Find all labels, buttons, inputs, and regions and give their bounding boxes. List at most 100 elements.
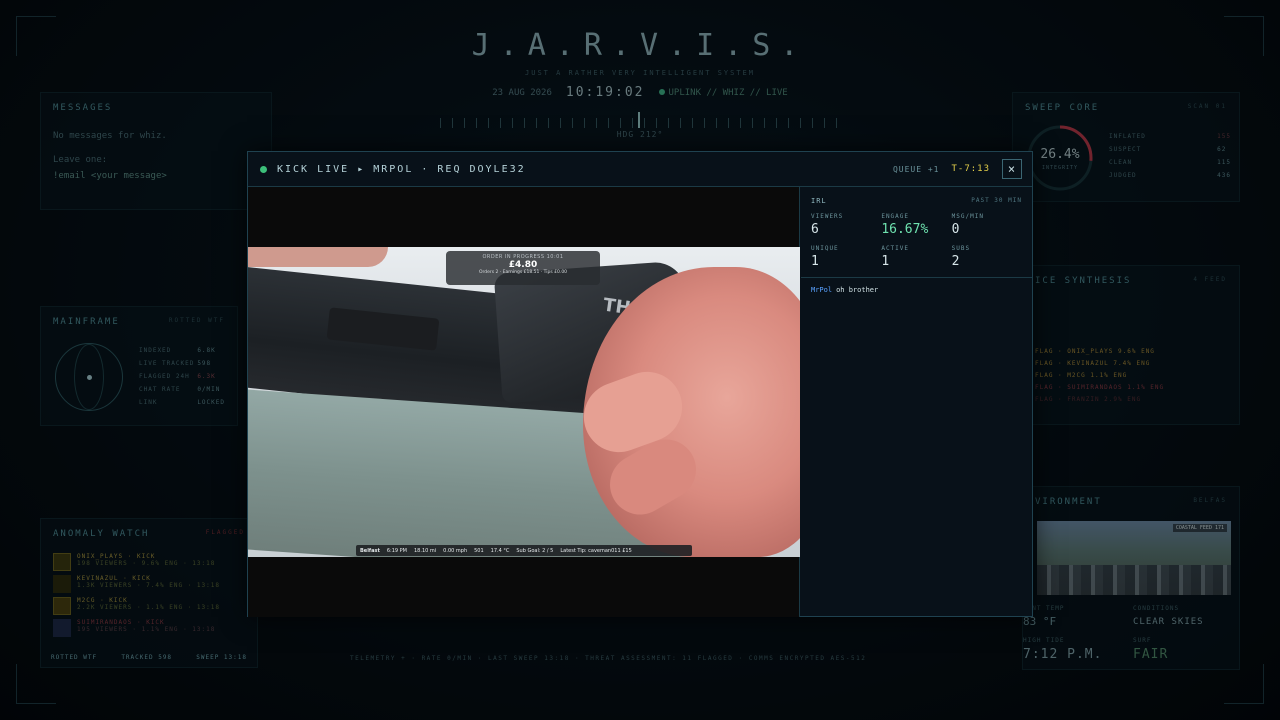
chat-message: MrPol oh brother: [811, 286, 1022, 294]
environment-panel: VIRONMENT BELFAS COASTAL FEED 171 IENT TE…: [1022, 486, 1240, 670]
info-latest-tip: Latest Tip: caveman011 £15: [560, 547, 632, 554]
stats-range: PAST 30 MIN: [971, 197, 1022, 204]
anomaly-name: ONIX_PLAYS: [77, 553, 124, 560]
anomaly-title-label: ANOMALY WATCH: [53, 529, 150, 539]
anomaly-platform: KICK: [132, 575, 151, 582]
queue-badge: QUEUE +1: [892, 164, 940, 174]
mainframe-value: 598: [197, 360, 212, 367]
mainframe-key: INDEXED: [139, 347, 172, 354]
stream-stats-panel: IRL PAST 30 MIN VIEWERS 6 ENGAGE 16.67% MS…: [801, 187, 1032, 616]
avatar: [53, 619, 71, 637]
stream-category: IRL: [811, 197, 827, 205]
order-overlay: ORDER IN PROGRESS 10:01 £4.80 Orders 2 ·…: [446, 251, 600, 285]
clock: 10:19:02: [565, 85, 645, 100]
sweep-stats: INFLATED 155 SUSPECT 62 CLEAN 115 JUDGED 436: [1109, 133, 1231, 179]
tide-value: 7:12 P.M.: [1023, 647, 1103, 662]
stat-label: ENGAGE: [881, 213, 910, 220]
close-icon: ×: [1007, 162, 1017, 176]
info-time: 6:19 PM: [386, 547, 407, 554]
conditions-value: CLEAR SKIES: [1133, 617, 1204, 627]
environment-title: VIRONMENT BELFAS: [1035, 497, 1227, 507]
anomaly-stats: 195 VIEWERS · 1.1% ENG · 13:18: [77, 626, 216, 633]
stat-label: VIEWERS: [811, 213, 844, 220]
stat-value: 2: [951, 254, 960, 269]
telemetry-bar: TELEMETRY + · RATE 0/MIN · LAST SWEEP 13…: [350, 655, 867, 662]
messages-panel: MESSAGES No messages for whiz. Leave one…: [40, 92, 272, 210]
stat-value: 1: [811, 254, 819, 269]
stat-label: ACTIVE: [881, 245, 910, 252]
sweep-percent-label: INTEGRITY: [1041, 165, 1079, 171]
list-item[interactable]: M2CG · KICK 2.2K VIEWERS · 1.1% ENG · 13:…: [53, 597, 245, 615]
anomaly-name: M2CG: [77, 597, 96, 604]
stat-value: 16.67%: [881, 222, 929, 237]
uplink-dot-icon: [658, 88, 665, 95]
surf-value: FAIR: [1133, 647, 1169, 662]
list-item[interactable]: KEVINAZUL · KICK 1.3K VIEWERS · 7.4% ENG …: [53, 575, 245, 593]
stat-msg-min: MSG/MIN 0: [952, 213, 1022, 237]
mainframe-title: MAINFRAME ROTTED WTF: [53, 317, 225, 327]
anomaly-panel: ANOMALY WATCH FLAGGED ONIX_PLAYS · KICK 19…: [40, 518, 258, 668]
mainframe-value: 6.3K: [197, 373, 216, 380]
stream-info-bar: Belfast 6:19 PM 18.10 mi 0.00 mph 501 17…: [356, 545, 692, 556]
messages-leave: Leave one:: [53, 155, 108, 165]
mainframe-title-label: MAINFRAME: [53, 317, 120, 327]
stat-label: MSG/MIN: [951, 213, 984, 220]
mainframe-stats: INDEXED 6.8K LIVE TRACKED 598 FLAGGED 24H 6…: [139, 347, 225, 406]
list-item[interactable]: SUIMIRANDAOS · KICK 195 VIEWERS · 1.1% EN…: [53, 619, 245, 637]
mainframe-panel: MAINFRAME ROTTED WTF INDEXED 6.8K LIVE TRA…: [40, 306, 238, 426]
sweep-percent: 26.4%: [1040, 147, 1080, 162]
anomaly-footer-left: ROTTED WTF: [51, 654, 98, 661]
info-sub-goal: Sub Goal: 2 / 5: [516, 547, 554, 554]
avatar: [53, 553, 71, 571]
stat-label: SUBS: [951, 245, 971, 252]
voice-title: ICE SYNTHESIS 4 FEED: [1035, 276, 1227, 286]
date: 23 AUG 2026: [492, 87, 552, 98]
stat-viewers: VIEWERS 6: [811, 213, 881, 237]
hand-top-shape: [248, 247, 388, 267]
voice-title-label: ICE SYNTHESIS: [1035, 276, 1132, 286]
sweep-value: 62: [1217, 146, 1227, 153]
messages-title: MESSAGES: [53, 103, 259, 113]
chat-username[interactable]: MrPol: [811, 286, 832, 294]
voice-flag: FLAG · KEVINAZUL 7.4% ENG: [1035, 360, 1151, 367]
list-item[interactable]: ONIX_PLAYS · KICK 198 VIEWERS · 9.6% ENG …: [53, 553, 245, 571]
stat-value: 0: [951, 222, 960, 237]
modal-header: KICK LIVE ▸ MRPOL · REQ DOYLE32 QUEUE +1…: [248, 152, 1032, 187]
app-subtitle: JUST A RATHER VERY INTELLIGENT SYSTEM: [525, 69, 755, 77]
voice-flag: FLAG · SUIMIRANDAOS 1.1% ENG: [1035, 384, 1165, 391]
messages-command: !email <your message>: [53, 171, 167, 181]
info-distance: 18.10 mi: [414, 547, 437, 554]
frame-corner-bl: [16, 664, 56, 704]
sweep-key: CLEAN: [1109, 159, 1133, 166]
stat-engage: ENGAGE 16.67%: [881, 213, 951, 237]
globe-icon: [55, 343, 123, 411]
video-player[interactable]: THULE ORDER IN PROGRESS 10:01 £4.80 Orde…: [248, 187, 800, 617]
mainframe-key: LIVE TRACKED: [139, 360, 195, 367]
info-temp: 17.4 °C: [490, 547, 510, 554]
chat-log[interactable]: MrPol oh brother: [801, 278, 1032, 302]
anomaly-item-text: KEVINAZUL · KICK 1.3K VIEWERS · 7.4% ENG …: [77, 575, 220, 589]
stream-modal: KICK LIVE ▸ MRPOL · REQ DOYLE32 QUEUE +1…: [247, 151, 1033, 617]
order-amount: £4.80: [508, 260, 538, 270]
mainframe-key: FLAGGED 24H: [139, 373, 190, 380]
anomaly-title: ANOMALY WATCH FLAGGED: [53, 529, 245, 539]
anomaly-stats: 1.3K VIEWERS · 7.4% ENG · 13:18: [77, 582, 220, 589]
voice-flag: FLAG · M2CG 1.1% ENG: [1035, 372, 1128, 379]
voice-flag: FLAG · FRANZIN 2.9% ENG: [1035, 396, 1142, 403]
stats-header: IRL PAST 30 MIN: [801, 187, 1032, 205]
sweep-key: SUSPECT: [1109, 146, 1142, 153]
avatar: [53, 597, 71, 615]
messages-title-label: MESSAGES: [53, 103, 113, 113]
voice-flag-list: FLAG · ONIX_PLAYS 9.6% ENG FLAG · KEVINA…: [1035, 348, 1227, 403]
countdown-timer: T-7:13: [951, 164, 990, 174]
anomaly-platform: KICK: [136, 553, 156, 560]
conditions-label: CONDITIONS: [1133, 605, 1180, 612]
coastal-cam-image[interactable]: COASTAL FEED 171: [1037, 521, 1231, 595]
sweep-tag: SCAN 01: [1187, 103, 1227, 110]
stats-grid: VIEWERS 6 ENGAGE 16.67% MSG/MIN 0 UNIQUE 1 A…: [801, 205, 1032, 269]
stat-subs: SUBS 2: [952, 245, 1022, 269]
anomaly-item-text: ONIX_PLAYS · KICK 198 VIEWERS · 9.6% ENG …: [77, 553, 216, 567]
stat-label: UNIQUE: [811, 245, 839, 252]
sweep-value: 436: [1217, 172, 1231, 179]
close-button[interactable]: ×: [1002, 159, 1022, 179]
